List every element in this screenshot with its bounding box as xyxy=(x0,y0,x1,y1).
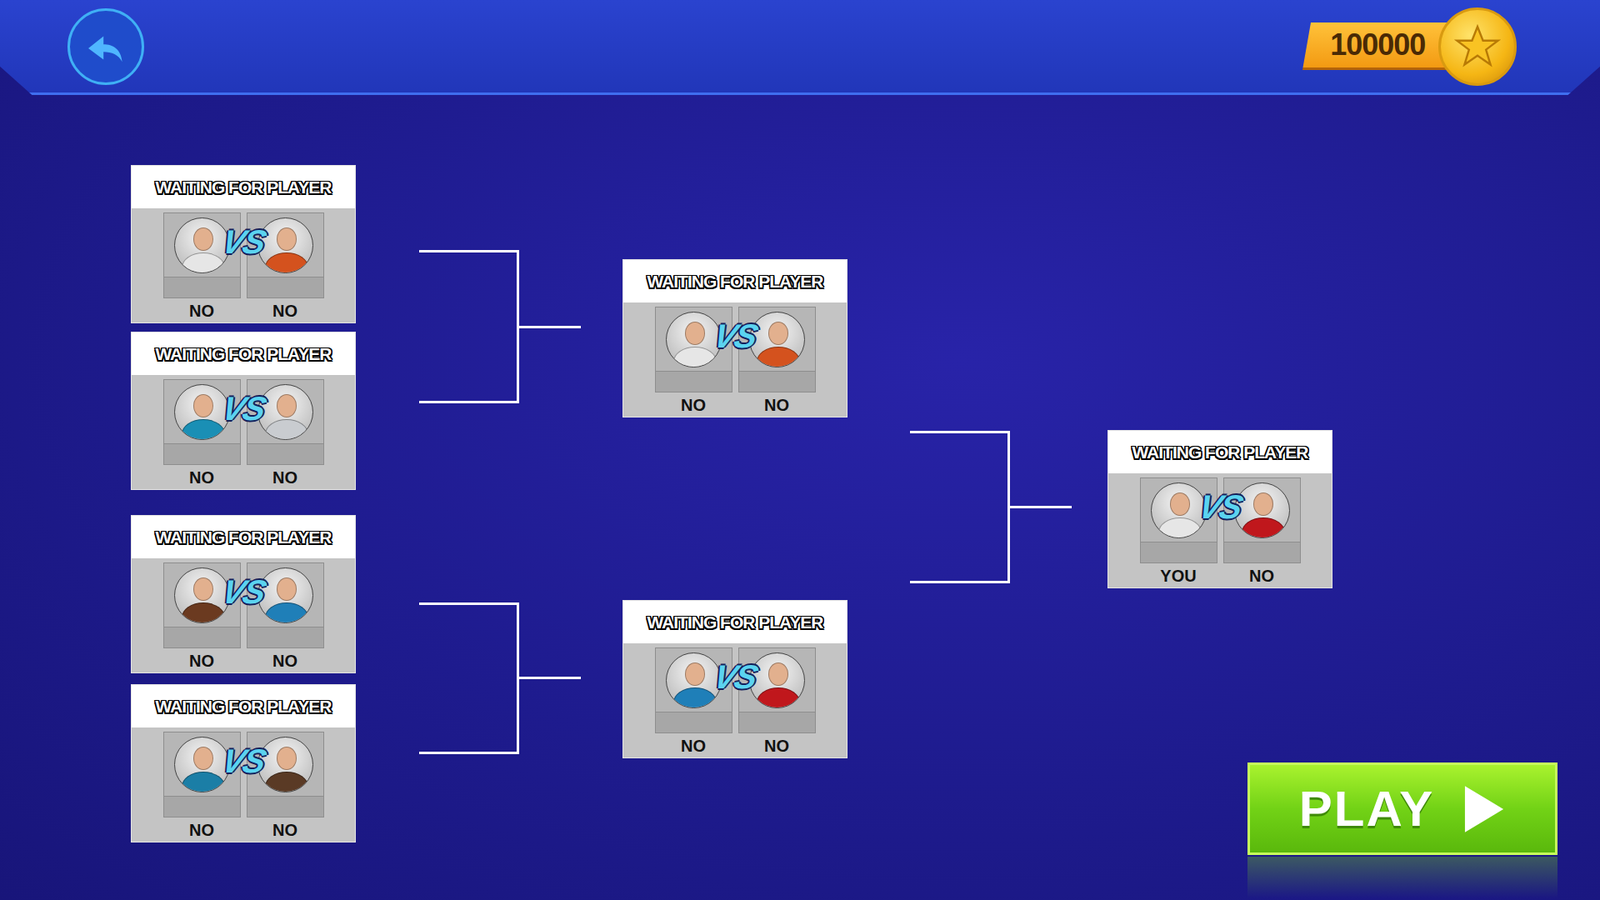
star-coin-icon xyxy=(1438,7,1517,86)
bracket-connector-line xyxy=(519,325,581,329)
player-label: NO xyxy=(246,817,325,843)
bracket-connector xyxy=(910,430,1010,584)
match-body: VSNONO xyxy=(131,375,355,490)
top-bar: 100000 xyxy=(0,0,1600,95)
match-status: WAITING FOR PLAYER xyxy=(623,600,847,644)
play-triangle-icon xyxy=(1462,784,1506,835)
match-body: VSNONO xyxy=(131,208,355,324)
match-body: VSNONO xyxy=(623,643,847,759)
match-body: VSYOUNO xyxy=(1108,473,1332,589)
match-status: WAITING FOR PLAYER xyxy=(131,332,355,375)
back-button[interactable] xyxy=(67,8,145,85)
player-label: NO xyxy=(1223,563,1301,589)
coin-amount: 100000 xyxy=(1330,27,1425,63)
match-card[interactable]: WAITING FOR PLAYERVSNONO xyxy=(130,165,356,324)
player-label: NO xyxy=(655,733,733,759)
bracket-connector-line xyxy=(519,676,581,680)
player-label: NO xyxy=(655,392,733,418)
match-card[interactable]: WAITING FOR PLAYERVSNONO xyxy=(130,515,356,674)
play-button-reflection xyxy=(1247,856,1558,899)
player-label: NO xyxy=(163,817,241,843)
match-body: VSNONO xyxy=(131,558,355,674)
player-label: NO xyxy=(163,298,241,324)
bracket-connector-line xyxy=(1010,505,1072,509)
bracket-connector xyxy=(419,602,520,755)
match-status: WAITING FOR PLAYER xyxy=(131,515,355,559)
match-status: WAITING FOR PLAYER xyxy=(131,165,355,209)
player-label: NO xyxy=(163,648,241,674)
match-card[interactable]: WAITING FOR PLAYERVSNONO xyxy=(130,331,356,490)
play-button[interactable]: PLAY xyxy=(1247,762,1558,855)
match-card[interactable]: WAITING FOR PLAYERVSNONO xyxy=(622,259,848,418)
back-arrow-icon xyxy=(82,23,130,70)
match-card[interactable]: WAITING FOR PLAYERVSYOUNO xyxy=(1107,430,1333,589)
match-body: VSNONO xyxy=(623,302,847,418)
match-status: WAITING FOR PLAYER xyxy=(1108,430,1332,474)
match-card[interactable]: WAITING FOR PLAYERVSNONO xyxy=(622,600,848,759)
player-label: YOU xyxy=(1140,563,1218,589)
tournament-screen: 100000WAITING FOR PLAYERVSNONOWAITING FO… xyxy=(0,0,1600,900)
match-status: WAITING FOR PLAYER xyxy=(623,260,847,303)
player-label: NO xyxy=(738,392,816,418)
player-label: NO xyxy=(246,298,325,324)
player-label: NO xyxy=(163,465,241,490)
player-label: NO xyxy=(738,733,816,759)
coin-balance: 100000 xyxy=(1306,7,1517,86)
player-label: NO xyxy=(246,648,325,674)
match-status: WAITING FOR PLAYER xyxy=(131,685,355,728)
match-card[interactable]: WAITING FOR PLAYERVSNONO xyxy=(130,684,356,843)
bracket-connector xyxy=(419,250,520,404)
match-body: VSNONO xyxy=(131,727,355,843)
player-label: NO xyxy=(246,465,325,490)
tournament-bracket: WAITING FOR PLAYERVSNONOWAITING FOR PLAY… xyxy=(0,95,1600,900)
